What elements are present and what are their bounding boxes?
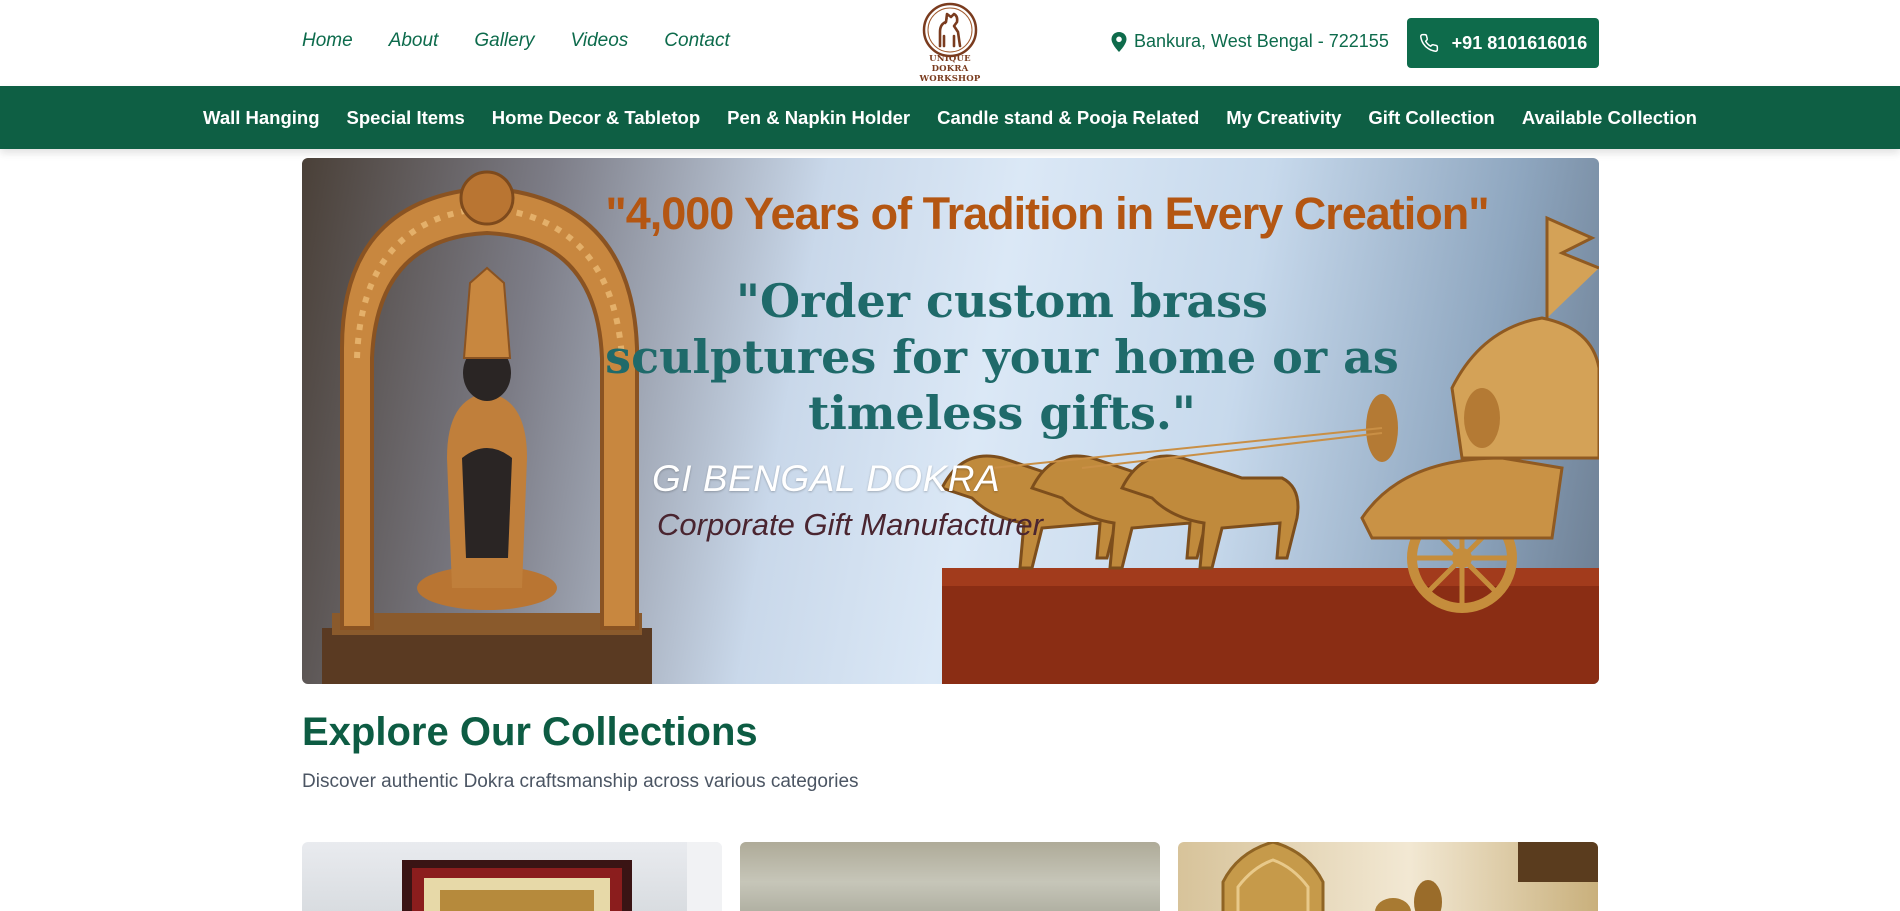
location-info: Bankura, West Bengal - 722155 [1111,31,1389,52]
category-gift-collection[interactable]: Gift Collection [1368,107,1494,129]
nav-about-link[interactable]: About [389,30,439,52]
hero-headline: "4,000 Years of Tradition in Every Creat… [605,188,1489,239]
location-text: Bankura, West Bengal - 722155 [1134,31,1389,51]
collection-card-2[interactable] [740,842,1160,911]
top-header: Home About Gallery Videos Contact UNIQUE… [0,0,1900,86]
logo-text-line2: WORKSHOP [919,74,981,84]
category-home-decor[interactable]: Home Decor & Tabletop [492,107,700,129]
category-nav: Wall Hanging Special Items Home Decor & … [0,86,1900,149]
category-pen-napkin-holder[interactable]: Pen & Napkin Holder [727,107,910,129]
category-my-creativity[interactable]: My Creativity [1226,107,1341,129]
collections-title: Explore Our Collections [302,710,758,754]
nav-home-link[interactable]: Home [302,30,353,52]
logo-text-line1: UNIQUE DOKRA [929,54,971,74]
collection-card-3[interactable] [1178,842,1598,911]
category-special-items[interactable]: Special Items [347,107,465,129]
phone-icon [1419,33,1438,52]
collection-card-1-image [402,842,722,911]
category-candle-stand[interactable]: Candle stand & Pooja Related [937,107,1199,129]
collections-subtitle: Discover authentic Dokra craftsmanship a… [302,771,859,792]
hero-tag-primary: GI BENGAL DOKRA [652,458,1001,499]
hero-subline: "Order custom brass sculptures for your … [605,274,1399,440]
horse-logo-icon [922,2,978,58]
site-logo[interactable]: UNIQUE DOKRA WORKSHOP [914,2,986,84]
collection-card-1[interactable] [302,842,722,911]
category-available-collection[interactable]: Available Collection [1522,107,1697,129]
hero-tag-secondary: Corporate Gift Manufacturer [657,507,1043,542]
category-bar: Wall Hanging Special Items Home Decor & … [0,86,1900,149]
map-pin-icon [1111,31,1127,52]
main-nav: Home About Gallery Videos Contact [302,30,730,52]
hero-banner[interactable]: "4,000 Years of Tradition in Every Creat… [302,158,1599,684]
nav-gallery-link[interactable]: Gallery [474,30,534,52]
collection-card-3-image [1221,842,1598,911]
nav-videos-link[interactable]: Videos [571,30,629,52]
logo-text: UNIQUE DOKRA WORKSHOP [914,54,986,84]
nav-contact-link[interactable]: Contact [664,30,729,52]
collection-card-2-image [740,842,1160,911]
call-button-label: +91 8101616016 [1451,32,1588,53]
category-wall-hanging[interactable]: Wall Hanging [203,107,319,129]
call-button[interactable]: +91 8101616016 [1407,18,1599,68]
